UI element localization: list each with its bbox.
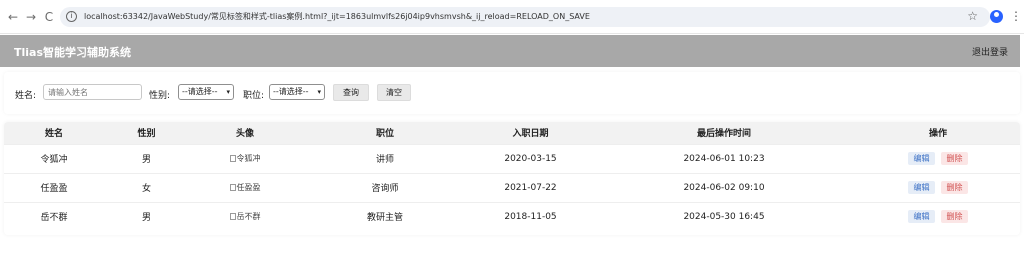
app-header: Tlias智能学习辅助系统 退出登录 [0, 35, 1020, 67]
broken-image-icon [229, 155, 236, 162]
app-title: Tlias智能学习辅助系统 [14, 46, 132, 59]
table-row: 任盈盈 女 任盈盈 咨询师 2021-07-22 2024-06-02 09:1… [4, 172, 1020, 202]
browser-toolbar: ← → C i localhost:63342/JavaWebStudy/常见标… [0, 0, 1024, 34]
column-header: 操作 [856, 122, 1020, 144]
cell-gender: 男 [104, 201, 189, 231]
chevron-down-icon: ▾ [226, 88, 230, 96]
table-header-row: 姓名 性别 头像 职位 入职日期 最后操作时间 操作 [4, 122, 1020, 144]
bookmark-star-icon[interactable]: ☆ [967, 9, 978, 23]
cell-avatar: 令狐冲 [189, 143, 301, 173]
column-header: 入职日期 [469, 122, 592, 144]
column-header: 姓名 [4, 122, 104, 144]
delete-button[interactable]: 删除 [941, 152, 968, 165]
name-label: 姓名: [15, 91, 37, 101]
url-text[interactable]: localhost:63342/JavaWebStudy/常见标签和样式-tli… [84, 11, 590, 22]
edit-button[interactable]: 编辑 [908, 152, 935, 165]
cell-name: 任盈盈 [4, 172, 104, 202]
cell-avatar: 岳不群 [189, 201, 301, 231]
avatar: 任盈盈 [229, 183, 261, 192]
cell-position: 讲师 [301, 143, 469, 173]
browser-menu-icon[interactable]: ⋮ [1010, 9, 1022, 23]
column-header: 头像 [189, 122, 301, 144]
chevron-down-icon: ▾ [317, 88, 321, 96]
edit-button[interactable]: 编辑 [908, 181, 935, 194]
cell-actions: 编辑 删除 [856, 172, 1020, 202]
cell-entry-date: 2021-07-22 [469, 172, 592, 202]
name-input[interactable] [43, 84, 142, 100]
clear-button[interactable]: 清空 [377, 84, 411, 101]
avatar-alt-text: 岳不群 [236, 212, 261, 222]
table-row: 岳不群 男 岳不群 教研主管 2018-11-05 2024-05-30 16:… [4, 201, 1020, 231]
edit-button[interactable]: 编辑 [908, 210, 935, 224]
query-button[interactable]: 查询 [333, 84, 369, 101]
avatar: 令狐冲 [229, 154, 261, 163]
employee-table-card: 姓名 性别 头像 职位 入职日期 最后操作时间 操作 令狐冲 男 令狐冲 讲师 … [4, 122, 1020, 235]
cell-entry-date: 2018-11-05 [469, 201, 592, 231]
position-select[interactable]: --请选择-- ▾ [269, 84, 325, 100]
reload-icon[interactable]: C [42, 10, 56, 24]
cell-last-op: 2024-06-02 09:10 [592, 172, 856, 202]
cell-gender: 女 [104, 172, 189, 202]
avatar-alt-text: 令狐冲 [236, 154, 261, 163]
column-header: 最后操作时间 [592, 122, 856, 144]
cell-last-op: 2024-05-30 16:45 [592, 201, 856, 231]
cell-avatar: 任盈盈 [189, 172, 301, 202]
logout-link[interactable]: 退出登录 [972, 45, 1008, 58]
forward-icon[interactable]: → [24, 10, 38, 24]
cell-name: 岳不群 [4, 201, 104, 231]
site-info-icon[interactable]: i [66, 11, 77, 22]
gender-select[interactable]: --请选择-- ▾ [178, 84, 234, 100]
delete-button[interactable]: 删除 [941, 181, 968, 194]
cell-last-op: 2024-06-01 10:23 [592, 143, 856, 173]
address-bar[interactable]: i localhost:63342/JavaWebStudy/常见标签和样式-t… [60, 7, 990, 27]
position-select-value: --请选择-- [273, 87, 309, 96]
cell-gender: 男 [104, 143, 189, 173]
cell-name: 令狐冲 [4, 143, 104, 173]
cell-position: 教研主管 [301, 201, 469, 231]
broken-image-icon [229, 213, 236, 221]
table-row: 令狐冲 男 令狐冲 讲师 2020-03-15 2024-06-01 10:23… [4, 143, 1020, 173]
column-header: 性别 [104, 122, 189, 144]
position-label: 职位: [243, 91, 265, 101]
employee-table: 姓名 性别 头像 职位 入职日期 最后操作时间 操作 令狐冲 男 令狐冲 讲师 … [4, 122, 1020, 231]
delete-button[interactable]: 删除 [941, 210, 968, 224]
gender-select-value: --请选择-- [182, 87, 218, 96]
avatar: 岳不群 [229, 212, 261, 222]
avatar-alt-text: 任盈盈 [236, 183, 261, 192]
gender-label: 性别: [149, 91, 171, 101]
cell-actions: 编辑 删除 [856, 143, 1020, 173]
cell-actions: 编辑 删除 [856, 201, 1020, 231]
column-header: 职位 [301, 122, 469, 144]
broken-image-icon [229, 184, 236, 191]
back-icon[interactable]: ← [6, 10, 20, 24]
cell-position: 咨询师 [301, 172, 469, 202]
profile-avatar-icon[interactable] [990, 10, 1003, 23]
cell-entry-date: 2020-03-15 [469, 143, 592, 173]
